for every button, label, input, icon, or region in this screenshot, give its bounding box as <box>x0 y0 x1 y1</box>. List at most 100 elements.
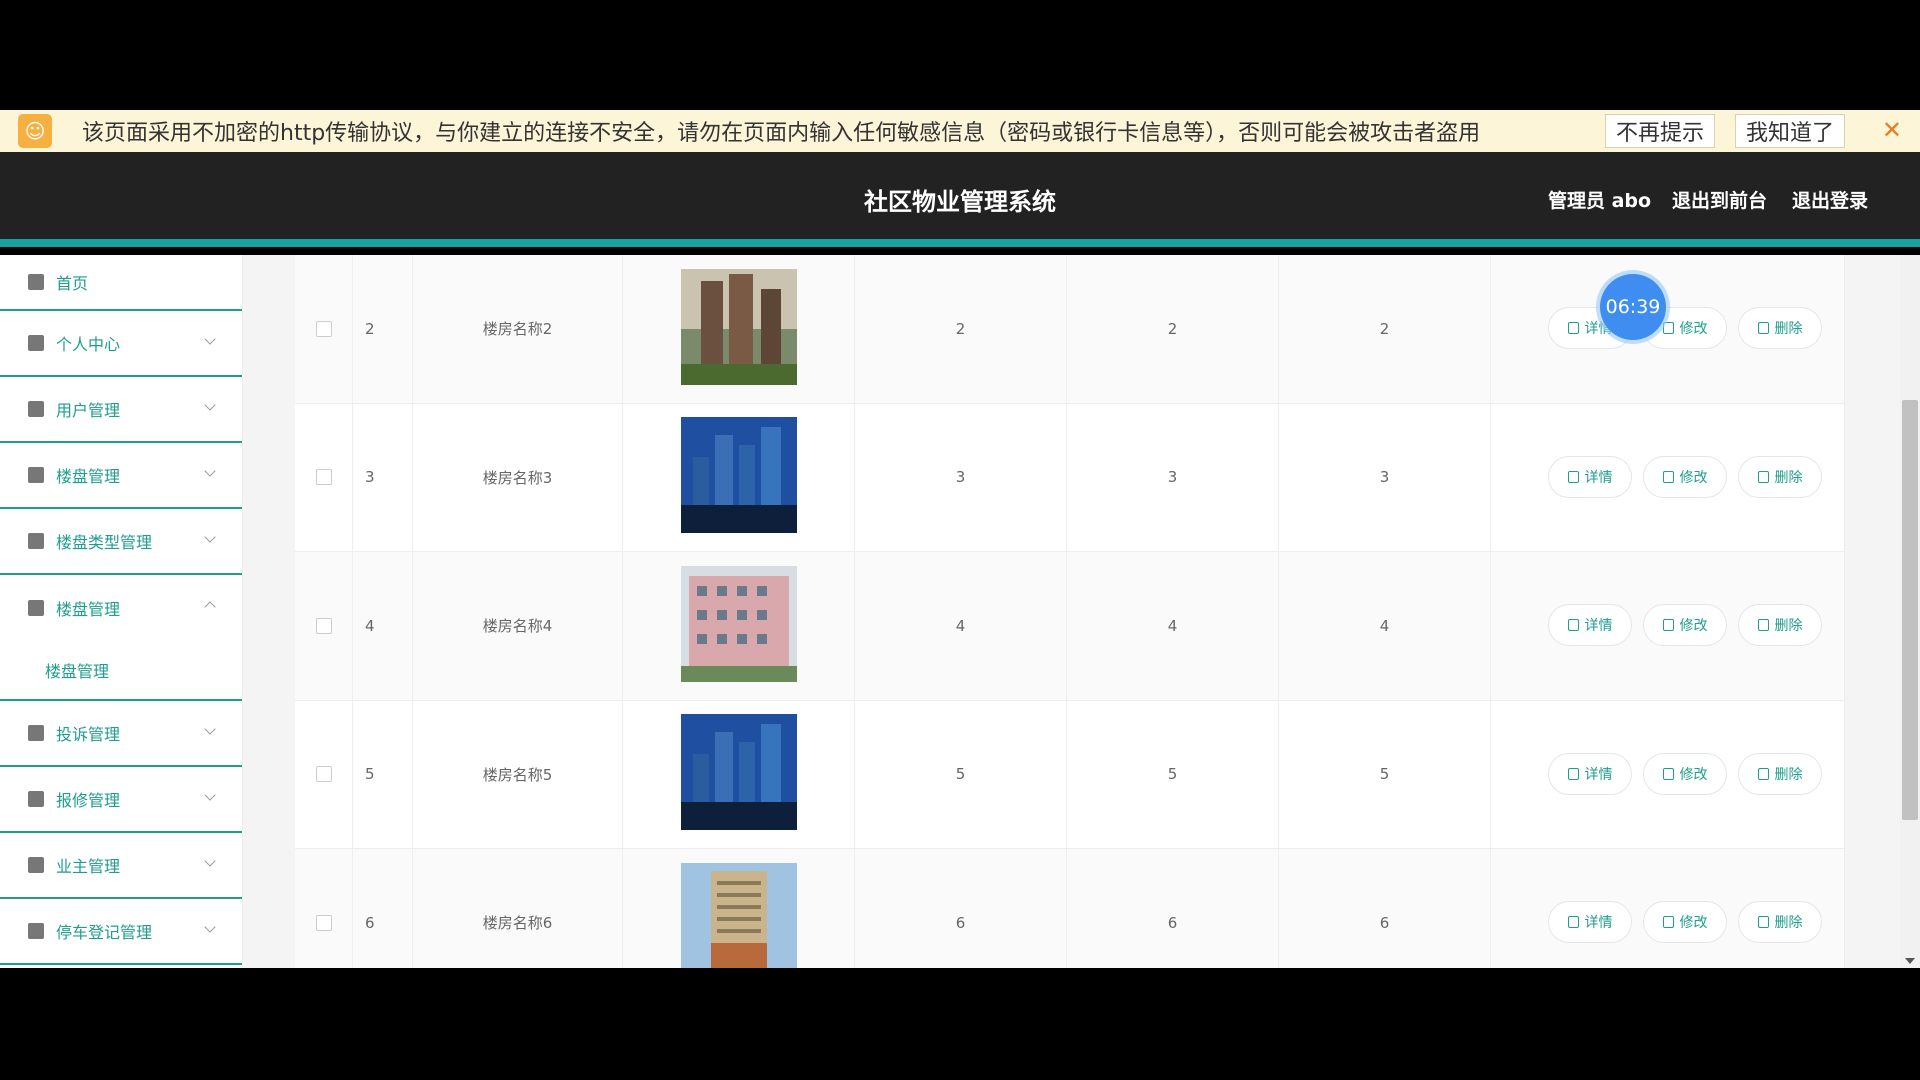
detail-button[interactable]: 详情 <box>1548 901 1632 943</box>
chevron-down-icon <box>204 789 216 801</box>
sidebar-item-label: 报修管理 <box>56 791 121 810</box>
row-index: 3 <box>353 403 413 551</box>
value-col-1: 3 <box>855 403 1067 551</box>
edit-icon <box>1662 916 1674 928</box>
vertical-scrollbar[interactable] <box>1900 255 1920 968</box>
detail-button-label: 详情 <box>1584 618 1613 634</box>
delete-button-label: 删除 <box>1774 618 1803 634</box>
detail-button-label: 详情 <box>1584 915 1613 931</box>
close-icon[interactable]: ✕ <box>1882 116 1902 144</box>
table-cell <box>295 403 353 551</box>
sidebar-item-label: 楼盘类型管理 <box>56 533 153 552</box>
row-checkbox[interactable] <box>315 320 332 337</box>
row-index: 6 <box>353 849 413 968</box>
browser-logo-icon: ☺ <box>18 114 52 148</box>
sidebar-item-complaint-management[interactable]: 投诉管理 <box>0 701 242 767</box>
sidebar-item-property-management-1[interactable]: 楼盘管理 <box>0 443 242 509</box>
sidebar-item-label: 用户管理 <box>56 401 121 420</box>
book-icon <box>28 533 44 549</box>
detail-button[interactable]: 详情 <box>1548 455 1632 498</box>
building-name: 楼房名称5 <box>413 700 623 848</box>
table-row: 3 楼房名称3 3 3 3 详情 修改 删除 <box>295 403 1845 552</box>
row-index: 4 <box>353 552 413 700</box>
chevron-down-icon <box>204 855 216 867</box>
home-icon <box>28 274 44 290</box>
table-cell <box>295 255 353 403</box>
value-col-3: 4 <box>1279 552 1491 700</box>
sidebar-item-label: 业主管理 <box>56 857 121 876</box>
delete-button[interactable]: 删除 <box>1738 455 1822 498</box>
sidebar-subitem-property-management[interactable]: 楼盘管理 <box>0 641 242 701</box>
delete-button[interactable]: 删除 <box>1738 604 1822 646</box>
row-checkbox[interactable] <box>315 469 332 486</box>
admin-label: 管理员 abo <box>1548 190 1652 212</box>
got-it-button[interactable]: 我知道了 <box>1735 114 1846 148</box>
chevron-down-icon <box>204 531 216 543</box>
value-col-3: 5 <box>1279 700 1491 848</box>
exit-to-front-link[interactable]: 退出到前台 <box>1672 186 1767 213</box>
sidebar-item-property-type-management[interactable]: 楼盘类型管理 <box>0 509 242 575</box>
building-image <box>680 268 797 389</box>
trash-icon <box>1757 916 1769 928</box>
sidebar-item-parking-management[interactable]: 停车登记管理 <box>0 899 242 965</box>
logout-link[interactable]: 退出登录 <box>1792 186 1868 213</box>
value-col-3: 3 <box>1279 403 1491 551</box>
detail-button[interactable]: 详情 <box>1548 752 1632 795</box>
briefcase-icon <box>28 467 44 483</box>
scrollbar-thumb[interactable] <box>1902 400 1918 820</box>
sidebar-item-label: 投诉管理 <box>56 725 121 744</box>
value-col-2: 4 <box>1067 552 1279 700</box>
sidebar-item-label: 停车登记管理 <box>56 923 153 942</box>
document-icon <box>1567 767 1579 780</box>
row-checkbox[interactable] <box>315 766 332 783</box>
value-col-1: 6 <box>855 849 1067 968</box>
edit-button[interactable]: 修改 <box>1643 455 1727 498</box>
sidebar-item-user-management[interactable]: 用户管理 <box>0 377 242 443</box>
trash-icon <box>1757 470 1769 483</box>
security-warning-banner: ☺ 该页面采用不加密的http传输协议，与你建立的连接不安全，请勿在页面内输入任… <box>0 110 1920 152</box>
row-checkbox[interactable] <box>315 617 332 634</box>
delete-button[interactable]: 删除 <box>1738 901 1822 943</box>
row-index: 5 <box>353 700 413 848</box>
value-col-3: 2 <box>1279 255 1491 403</box>
edit-button[interactable]: 修改 <box>1643 604 1727 646</box>
sidebar-item-owner-management[interactable]: 业主管理 <box>0 833 242 899</box>
sidebar-item-property-management-2[interactable]: 楼盘管理 <box>0 575 242 641</box>
edit-icon <box>1662 470 1674 483</box>
value-col-2: 5 <box>1067 700 1279 848</box>
building-image <box>680 862 797 968</box>
row-index: 2 <box>353 255 413 403</box>
header-accent-bar <box>0 239 1920 247</box>
document-icon <box>1567 322 1579 334</box>
table-cell <box>295 849 353 968</box>
user-icon <box>28 335 44 351</box>
table-row: 6 楼房名称6 6 6 6 详情 修改 删除 <box>295 849 1845 968</box>
building-name: 楼房名称6 <box>413 849 623 968</box>
table-cell <box>623 403 855 551</box>
detail-button[interactable]: 详情 <box>1548 604 1632 646</box>
building-name: 楼房名称2 <box>413 255 623 403</box>
sidebar-item-repair-management[interactable]: 报修管理 <box>0 767 242 833</box>
table-cell <box>295 552 353 700</box>
delete-button-label: 删除 <box>1774 766 1803 783</box>
building-image <box>680 714 797 834</box>
delete-button-label: 删除 <box>1774 915 1803 931</box>
top-header: 社区物业管理系统 管理员 abo 退出到前台 退出登录 <box>0 152 1920 247</box>
trash-icon <box>1757 767 1769 780</box>
chevron-down-icon <box>204 399 216 411</box>
scroll-down-arrow-icon[interactable] <box>1905 958 1915 964</box>
table-cell <box>623 700 855 848</box>
sidebar-item-home[interactable]: 首页 <box>0 255 242 311</box>
property-table: 2 楼房名称2 2 2 2 详情 修改 删除 3 楼房名称3 3 3 3 详情 修改 删除 4 楼房名称4 4 4 4 详… <box>295 255 1845 968</box>
edit-button[interactable]: 修改 <box>1643 752 1727 795</box>
delete-button[interactable]: 删除 <box>1738 307 1822 349</box>
dont-remind-button[interactable]: 不再提示 <box>1605 114 1716 148</box>
sidebar-item-personal-center[interactable]: 个人中心 <box>0 311 242 377</box>
delete-button[interactable]: 删除 <box>1738 752 1822 795</box>
edit-icon <box>1662 767 1674 780</box>
chevron-down-icon <box>204 723 216 735</box>
trash-icon <box>1757 619 1769 631</box>
grid-icon <box>28 857 44 873</box>
row-checkbox[interactable] <box>315 914 332 931</box>
edit-button[interactable]: 修改 <box>1643 901 1727 943</box>
